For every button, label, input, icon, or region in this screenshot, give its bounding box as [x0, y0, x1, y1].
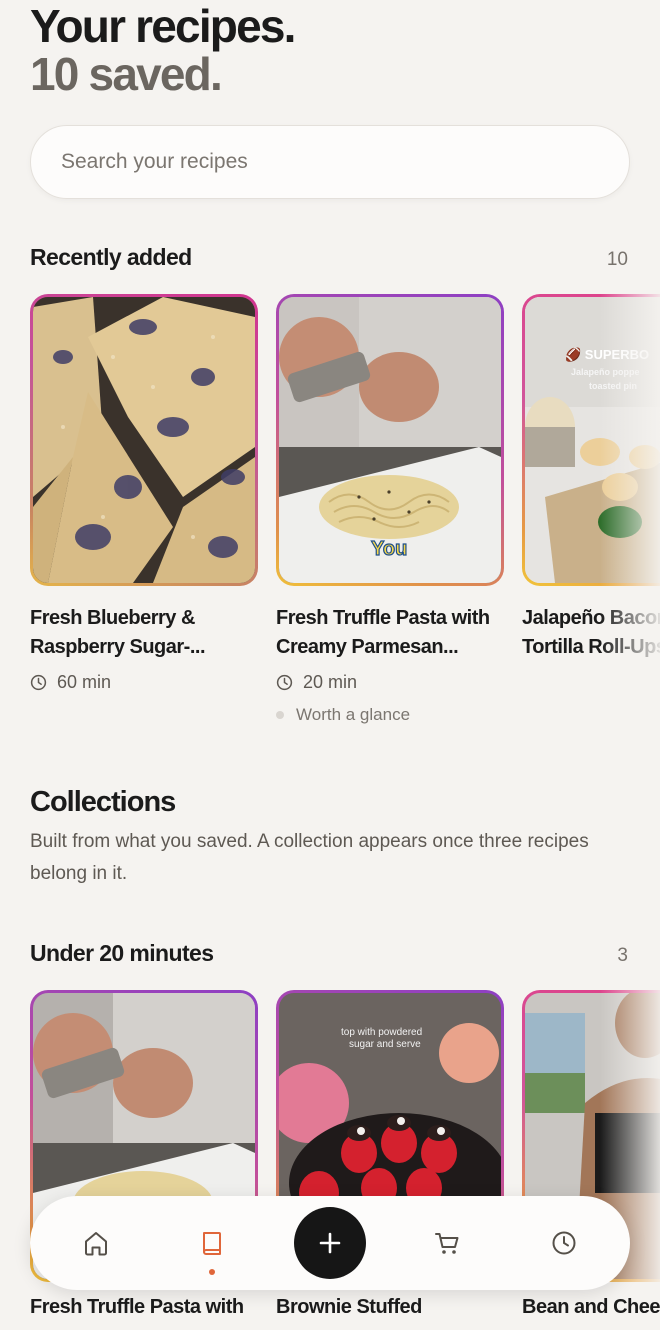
- recipe-title-line: Tortilla Roll-Ups: [522, 636, 660, 658]
- recipe-title[interactable]: Fresh Truffle Pasta with: [30, 1296, 260, 1319]
- clock-icon: [552, 1231, 576, 1255]
- book-icon: [203, 1232, 221, 1255]
- recipe-time-label: 60 min: [57, 672, 112, 692]
- recipe-thumbnail[interactable]: You: [276, 294, 504, 586]
- status-label: Worth a glance: [296, 705, 411, 724]
- recipe-status-tag: Worth a glance: [276, 705, 504, 725]
- recipe-title[interactable]: Jalapeño Bacon Tortilla Roll-Ups: [522, 604, 660, 662]
- section-title: Under 20 minutes: [30, 940, 214, 966]
- recently-added-header: Recently added 10: [30, 244, 630, 271]
- status-dot: [276, 711, 284, 719]
- section-count[interactable]: 10: [607, 249, 630, 271]
- page-title: Your recipes.: [30, 0, 296, 52]
- clock-icon: [276, 674, 293, 691]
- recipe-title[interactable]: Fresh Truffle Pasta with Creamy Parmesan…: [276, 604, 506, 662]
- collections-title: Collections: [30, 786, 176, 818]
- recipe-title-line: Raspberry Sugar-...: [30, 636, 206, 658]
- active-indicator: [209, 1269, 215, 1275]
- recipe-title-line: Fresh Blueberry &: [30, 607, 195, 629]
- nav-history[interactable]: [529, 1196, 599, 1290]
- recipe-title-line: Fresh Truffle Pasta with: [276, 607, 490, 629]
- recipes-screen: Your recipes. 10 saved. Recently added 1…: [0, 0, 660, 1330]
- recipe-title-line: Creamy Parmesan...: [276, 636, 459, 658]
- rollups-photo: 🏈 SUPERBO Jalapeño poppe toasted pin: [525, 297, 660, 583]
- bottom-nav: [30, 1196, 630, 1290]
- under-20-titles: Fresh Truffle Pasta with Brownie Stuffed…: [30, 1296, 660, 1326]
- recipe-time-label: 20 min: [303, 672, 358, 692]
- recipe-card[interactable]: Fresh Blueberry & Raspberry Sugar-... 60…: [30, 294, 258, 693]
- overlay-text: 🏈 SUPERBO: [565, 347, 649, 363]
- overlay-text: sugar and serve: [349, 1039, 421, 1050]
- overlay-text: top with powdered: [341, 1027, 422, 1038]
- recipe-title[interactable]: Brownie Stuffed: [276, 1296, 506, 1319]
- section-count[interactable]: 3: [617, 945, 630, 967]
- scone-photo: [33, 297, 255, 583]
- nav-recipes[interactable]: [177, 1196, 247, 1290]
- nav-cart[interactable]: [413, 1196, 483, 1290]
- add-recipe-button[interactable]: [294, 1207, 366, 1279]
- overlay-text: toasted pin: [589, 381, 637, 391]
- clock-icon: [30, 674, 47, 691]
- recipe-title[interactable]: Fresh Blueberry & Raspberry Sugar-...: [30, 604, 260, 662]
- under-20-header: Under 20 minutes 3: [30, 940, 630, 967]
- saved-count-heading: 10 saved.: [30, 48, 223, 100]
- recipe-card[interactable]: 🏈 SUPERBO Jalapeño poppe toasted pin Jal…: [522, 294, 660, 662]
- overlay-text: Jalapeño poppe: [571, 367, 640, 377]
- pasta-photo: You: [279, 297, 501, 583]
- search-input[interactable]: [61, 150, 629, 174]
- cart-icon: [435, 1233, 459, 1254]
- plus-icon: [319, 1232, 341, 1254]
- search-bar[interactable]: [30, 125, 630, 199]
- collections-description: Built from what you saved. A collection …: [30, 831, 589, 884]
- recipe-time: 20 min: [276, 672, 504, 693]
- nav-home[interactable]: [61, 1196, 131, 1290]
- recently-added-row[interactable]: Fresh Blueberry & Raspberry Sugar-... 60…: [30, 294, 660, 724]
- recipe-thumbnail[interactable]: 🏈 SUPERBO Jalapeño poppe toasted pin: [522, 294, 660, 586]
- recipe-card[interactable]: You Fresh Truffle Pasta with Creamy Parm…: [276, 294, 504, 725]
- home-icon: [85, 1232, 107, 1256]
- caption-text: You: [371, 538, 407, 560]
- recipe-title-line: Jalapeño Bacon: [522, 607, 660, 629]
- recipe-time: 60 min: [30, 672, 258, 693]
- section-title: Recently added: [30, 244, 192, 270]
- recipe-thumbnail[interactable]: [30, 294, 258, 586]
- recipe-title[interactable]: Bean and Chee: [522, 1296, 660, 1319]
